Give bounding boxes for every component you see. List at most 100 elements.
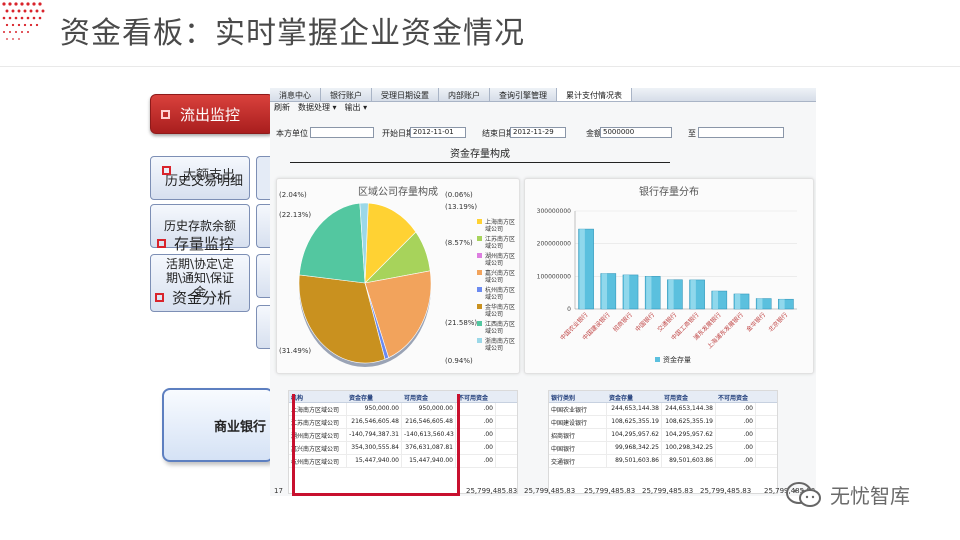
- table-cell: .00: [456, 403, 496, 415]
- logo-dot: [35, 9, 39, 13]
- pie-data-label: (13.19%): [445, 203, 477, 211]
- tab-internal-accounts[interactable]: 内部账户: [439, 88, 490, 101]
- logo-dot: [15, 31, 17, 33]
- logo-dot: [20, 16, 24, 20]
- table-cell: 中国银行: [549, 442, 607, 454]
- tab-date-settings[interactable]: 受理日期设置: [372, 88, 439, 101]
- logo-dot: [17, 9, 21, 13]
- output-menu[interactable]: 输出 ▾: [345, 102, 368, 114]
- legend-label: 资金存量: [663, 355, 691, 364]
- commercial-bank-button[interactable]: 商业银行: [162, 388, 274, 462]
- column-header[interactable]: 银行类别: [549, 391, 607, 402]
- end-date-field[interactable]: 2012-11-29: [510, 127, 566, 138]
- y-tick-label: 100000000: [537, 273, 572, 280]
- to-label: 至: [688, 129, 696, 138]
- legend-swatch: [477, 287, 482, 292]
- column-header[interactable]: 不可用资金: [456, 391, 496, 402]
- x-tick-label: 中国银行: [633, 311, 656, 334]
- legend-label: 域公司: [485, 242, 503, 250]
- legend-label: 域公司: [485, 225, 503, 233]
- table-row[interactable]: 交通银行 89,501,603.86 89,501,603.86.00: [549, 455, 777, 468]
- refresh-button[interactable]: 刷新: [274, 102, 290, 114]
- pie-data-label: (0.94%): [445, 357, 473, 365]
- legend-label: 嘉兴南方区: [485, 269, 515, 277]
- column-header[interactable]: 可用资金: [662, 391, 716, 402]
- total-cell: 25,799,485.83: [642, 487, 694, 495]
- total-cell: 25,799,485.83: [700, 487, 752, 495]
- logo-dot: [12, 38, 14, 40]
- legend-swatch: [655, 357, 660, 362]
- large-expense-bullet: [162, 166, 171, 175]
- slide-title: 资金看板：实时掌握企业资金情况: [60, 16, 525, 51]
- legend-label: 江苏南方区: [485, 235, 515, 243]
- column-header[interactable]: 不可用资金: [716, 391, 756, 402]
- table-cell: 中国农业银行: [549, 403, 607, 415]
- tab-payment-summary[interactable]: 累计支付情况表: [557, 88, 632, 101]
- amount-to-field[interactable]: [698, 127, 784, 138]
- total-cell: 25,799,485.83: [584, 487, 636, 495]
- legend-label: 湖州南方区: [485, 252, 515, 260]
- bar-highlight: [646, 276, 652, 309]
- x-tick-label: 北京银行: [767, 311, 790, 334]
- table-row[interactable]: 招商银行 104,295,957.62 104,295,957.62.00: [549, 429, 777, 442]
- start-date-field[interactable]: 2012-11-01: [410, 127, 466, 138]
- legend-label: 江西南方区: [485, 320, 515, 328]
- card-edge: [256, 305, 270, 349]
- logo-dot: [26, 2, 30, 6]
- legend-swatch: [477, 253, 482, 258]
- logo-dot: [38, 16, 42, 20]
- table-cell: 108,625,355.19: [662, 416, 716, 428]
- fund-analysis-item[interactable]: 资金分析: [155, 287, 232, 308]
- bullet-icon: [155, 293, 164, 302]
- table-cell: 99,968,342.25: [607, 442, 662, 454]
- data-process-menu[interactable]: 数据处理 ▾: [298, 102, 337, 114]
- bullet-icon: [162, 166, 171, 175]
- toolbar: 刷新 数据处理 ▾ 输出 ▾: [270, 102, 816, 114]
- logo-dot: [32, 2, 36, 6]
- tab-query-engine[interactable]: 查询引擎管理: [490, 88, 557, 101]
- table-cell: 100,298,342.25: [662, 442, 716, 454]
- logo-dot: [2, 16, 6, 20]
- legend-label: 金华南方区: [485, 303, 515, 311]
- unit-field[interactable]: [310, 127, 374, 138]
- logo-dot: [3, 31, 5, 33]
- table-row[interactable]: 中国农业银行 244,653,144.38 244,653,144.38.00: [549, 403, 777, 416]
- legend-label: 上海南方区: [485, 218, 515, 226]
- logo-dot: [29, 9, 33, 13]
- fund-analysis-label: 资金分析: [172, 289, 233, 307]
- stock-monitor-item[interactable]: 存量监控: [157, 233, 234, 254]
- bar-highlight: [668, 279, 674, 309]
- column-header[interactable]: 资金存量: [607, 391, 662, 402]
- table-cell: 89,501,603.86: [607, 455, 662, 467]
- commercial-bank-label: 商业银行: [213, 419, 266, 435]
- logo-dot: [5, 23, 9, 27]
- tab-bank-accounts[interactable]: 银行账户: [321, 88, 372, 101]
- legend-label: 域公司: [485, 344, 503, 352]
- amount-field[interactable]: 5000000: [600, 127, 672, 138]
- tab-messages[interactable]: 消息中心: [270, 88, 321, 101]
- section-title: 资金存量构成: [450, 149, 510, 160]
- table-cell: .00: [456, 416, 496, 428]
- logo-dot: [20, 2, 24, 6]
- logo-dot: [9, 31, 11, 33]
- legend-swatch: [477, 304, 482, 309]
- legend-label: 域公司: [485, 293, 503, 301]
- card-edge: [256, 156, 270, 200]
- bullet-icon: [157, 239, 166, 248]
- table-cell: .00: [456, 442, 496, 454]
- legend-label: 域公司: [485, 327, 503, 335]
- pie-data-label: (21.58%): [445, 319, 477, 327]
- history-detail-label: 历史交易明细: [165, 174, 244, 189]
- filter-bar: 本方单位 开始日期 2012-11-01 结束日期 2012-11-29 金额 …: [270, 124, 816, 142]
- outflow-monitor-label: 流出监控: [180, 105, 241, 124]
- table-row[interactable]: 中国建设银行 108,625,355.19 108,625,355.19.00: [549, 416, 777, 429]
- logo-dot: [41, 9, 45, 13]
- highlight-frame: [292, 394, 460, 496]
- table-cell: 招商银行: [549, 429, 607, 441]
- legend-label: 域公司: [485, 310, 503, 318]
- table-cell: 104,295,957.62: [662, 429, 716, 441]
- outflow-monitor-button[interactable]: 流出监控: [150, 94, 274, 134]
- logo-dot: [32, 16, 36, 20]
- logo-dot: [27, 31, 29, 33]
- table-row[interactable]: 中国银行 99,968,342.25 100,298,342.25.00: [549, 442, 777, 455]
